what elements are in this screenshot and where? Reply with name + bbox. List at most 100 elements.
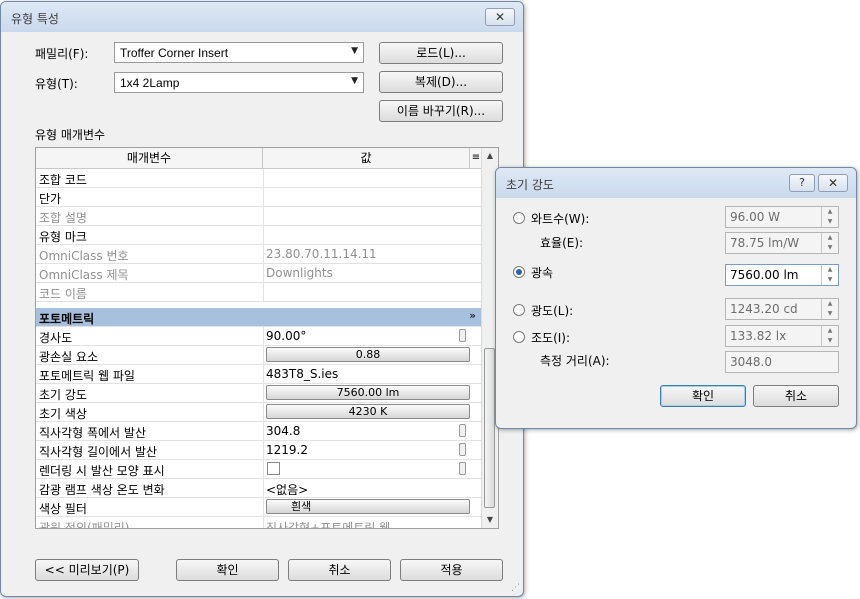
initial-color-button[interactable]: 4230 K xyxy=(266,404,470,419)
illuminance-radio[interactable] xyxy=(513,331,525,343)
luminous-intensity-label: 광도(L): xyxy=(531,304,574,318)
table-row[interactable]: 초기 색상 4230 K xyxy=(36,403,482,422)
luminous-spinner: ▲ ▼ xyxy=(821,299,838,319)
param-value[interactable]: Downlights xyxy=(263,264,469,282)
cancel-button[interactable]: 취소 xyxy=(753,385,839,407)
param-name: OmniClass 번호 xyxy=(39,249,129,263)
table-row[interactable]: 코드 이름 xyxy=(36,283,482,302)
param-value[interactable]: 흰색 xyxy=(263,498,470,516)
param-name: 코드 이름 xyxy=(39,287,87,301)
resize-grip-icon[interactable]: ⋰ xyxy=(511,583,520,593)
associate-param-icon[interactable] xyxy=(459,462,466,475)
param-column-header[interactable]: 매개변수 xyxy=(36,148,263,168)
table-row[interactable]: OmniClass 번호 23.80.70.11.14.11 xyxy=(36,245,482,264)
family-dropdown[interactable]: Troffer Corner Insert ▼ xyxy=(114,42,364,63)
flux-radio[interactable] xyxy=(513,266,525,278)
show-shape-checkbox[interactable] xyxy=(267,462,280,475)
associate-param-icon[interactable] xyxy=(459,443,466,456)
table-row[interactable]: OmniClass 제목 Downlights xyxy=(36,264,482,283)
param-value[interactable] xyxy=(263,169,469,187)
cancel-button[interactable]: 취소 xyxy=(288,559,391,581)
ok-button[interactable]: 확인 xyxy=(176,559,279,581)
table-row[interactable]: 광손실 요소 0.88 xyxy=(36,346,482,365)
table-row[interactable]: 조합 설명 xyxy=(36,207,482,226)
distance-value: 3048.0 xyxy=(730,355,772,369)
param-value[interactable]: 7560.00 lm xyxy=(263,384,470,402)
param-name: 단가 xyxy=(39,192,62,206)
table-row[interactable]: 직사각형 길이에서 발산 1219.2 xyxy=(36,441,482,460)
table-row[interactable]: 감광 램프 색상 온도 변화 <없음> xyxy=(36,479,482,498)
flux-field[interactable]: 7560.00 lm ▲ ▼ xyxy=(725,264,839,286)
param-name: 직사각형 폭에서 발산 xyxy=(39,426,146,440)
param-value[interactable]: 90.00° xyxy=(263,327,469,345)
flux-value[interactable]: 7560.00 lm xyxy=(730,268,798,282)
luminous-intensity-radio[interactable] xyxy=(513,304,525,316)
table-row[interactable]: 포토메트릭 웹 파일 483T8_S.ies xyxy=(36,365,482,384)
param-value[interactable]: <없음> xyxy=(263,479,469,497)
table-row[interactable]: 색상 필터 흰색 xyxy=(36,498,482,517)
ok-button[interactable]: 확인 xyxy=(660,385,746,407)
close-button[interactable]: ✕ xyxy=(818,174,848,192)
flux-spinner[interactable]: ▲ ▼ xyxy=(821,265,838,285)
param-value[interactable]: 직사각형+포토메트릭 웹 xyxy=(263,517,469,529)
associate-param-icon[interactable] xyxy=(459,424,466,437)
param-value[interactable] xyxy=(263,226,469,244)
param-value[interactable]: 23.80.70.11.14.11 xyxy=(263,245,469,263)
wattage-radio[interactable] xyxy=(513,212,525,224)
table-row[interactable]: 광원 정의(패밀리) 직사각형+포토메트릭 웹 xyxy=(36,517,482,529)
param-value[interactable]: 483T8_S.ies xyxy=(263,365,469,383)
color-filter-button[interactable]: 흰색 xyxy=(266,499,470,514)
value-text: 90.00° xyxy=(266,329,307,343)
type-dropdown[interactable]: 1x4 2Lamp ▼ xyxy=(114,72,364,93)
chevron-down-icon: ▼ xyxy=(351,76,358,86)
light-loss-factor-button[interactable]: 0.88 xyxy=(266,347,470,362)
scroll-thumb[interactable] xyxy=(484,348,495,508)
scroll-up-icon[interactable]: ▲ xyxy=(482,148,498,164)
group-header-photometrics[interactable]: 포토메트릭 » xyxy=(36,308,482,327)
associate-param-icon[interactable] xyxy=(459,329,466,342)
scroll-down-icon[interactable]: ▼ xyxy=(482,512,498,528)
close-button[interactable]: ✕ xyxy=(485,8,515,26)
param-value[interactable]: 304.8 xyxy=(263,422,469,440)
preview-button[interactable]: << 미리보기(P) xyxy=(35,559,139,581)
param-name: 유형 마크 xyxy=(39,230,87,244)
value-text: 직사각형+포토메트릭 웹 xyxy=(266,521,391,529)
type-label: 유형(T): xyxy=(35,77,78,91)
apply-button[interactable]: 적용 xyxy=(400,559,503,581)
table-row[interactable]: 직사각형 폭에서 발산 304.8 xyxy=(36,422,482,441)
param-name: 색상 필터 xyxy=(39,502,87,516)
luminous-intensity-field: 1243.20 cd ▲ ▼ xyxy=(725,298,839,320)
illuminance-label: 조도(I): xyxy=(531,331,571,345)
illuminance-spinner: ▲ ▼ xyxy=(821,326,838,346)
table-row[interactable]: 단가 xyxy=(36,188,482,207)
param-value[interactable]: 0.88 xyxy=(263,346,470,364)
type-value: 1x4 2Lamp xyxy=(120,76,180,90)
initial-intensity-dialog: 초기 강도 ? ✕ 와트수(W): 96.00 W ▲ ▼ 효율(E): 78.7… xyxy=(495,167,857,429)
param-value[interactable]: 4230 K xyxy=(263,403,470,421)
param-value[interactable] xyxy=(263,188,469,206)
param-value[interactable] xyxy=(263,207,469,225)
table-row[interactable]: 조합 코드 xyxy=(36,169,482,188)
param-name: OmniClass 제목 xyxy=(39,268,129,282)
param-value[interactable] xyxy=(263,283,469,301)
value-text: 483T8_S.ies xyxy=(266,367,339,381)
table-row[interactable]: 초기 강도 7560.00 lm xyxy=(36,384,482,403)
help-button[interactable]: ? xyxy=(789,174,815,192)
load-button[interactable]: 로드(L)... xyxy=(379,42,503,64)
param-value[interactable]: 1219.2 xyxy=(263,441,469,459)
flux-label: 광속 xyxy=(531,266,554,280)
group-name: 포토메트릭 xyxy=(39,312,95,326)
dialog-title: 유형 특성 xyxy=(11,12,59,26)
param-name: 초기 강도 xyxy=(39,388,87,402)
value-column-header[interactable]: 값 xyxy=(263,148,470,168)
param-value[interactable] xyxy=(263,460,469,478)
efficacy-spinner: ▲ ▼ xyxy=(821,233,838,253)
param-name: 직사각형 길이에서 발산 xyxy=(39,445,158,459)
initial-intensity-button[interactable]: 7560.00 lm xyxy=(266,385,470,400)
duplicate-button[interactable]: 복제(D)... xyxy=(379,71,503,93)
table-row[interactable]: 경사도 90.00° xyxy=(36,327,482,346)
rename-button[interactable]: 이름 바꾸기(R)... xyxy=(379,100,503,122)
collapse-icon[interactable]: » xyxy=(469,309,476,322)
table-row[interactable]: 렌더링 시 발산 모양 표시 xyxy=(36,460,482,479)
table-row[interactable]: 유형 마크 xyxy=(36,226,482,245)
